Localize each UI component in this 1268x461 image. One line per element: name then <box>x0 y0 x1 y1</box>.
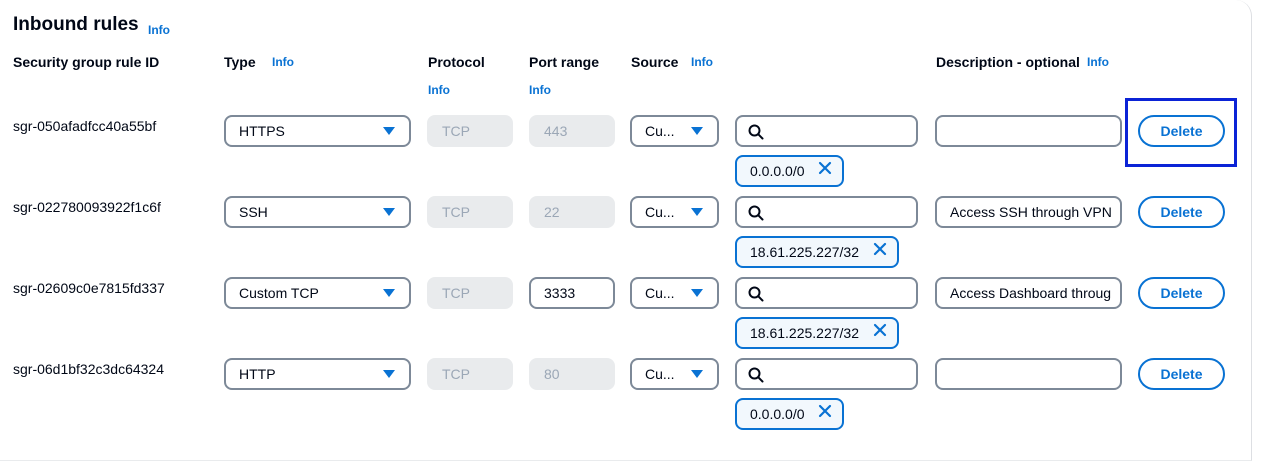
type-select-value: HTTPS <box>239 123 285 139</box>
search-icon <box>748 367 764 383</box>
type-select[interactable]: Custom TCP <box>224 277 411 309</box>
source-type-value: Cu... <box>645 366 675 382</box>
port-range-field: 443 <box>529 115 615 147</box>
type-info-link[interactable]: Info <box>272 55 294 69</box>
caret-down-icon <box>383 289 395 297</box>
source-type-value: Cu... <box>645 123 675 139</box>
protocol-field: TCP <box>427 196 513 228</box>
col-header-description: Description - optional <box>936 54 1080 70</box>
caret-down-icon <box>691 208 703 216</box>
source-token-label: 0.0.0.0/0 <box>750 163 805 179</box>
delete-button[interactable]: Delete <box>1138 277 1225 309</box>
col-header-type: Type <box>224 54 256 70</box>
col-header-port-range: Port range <box>529 54 600 70</box>
delete-button[interactable]: Delete <box>1138 358 1225 390</box>
caret-down-icon <box>691 127 703 135</box>
source-search-input[interactable] <box>735 196 918 228</box>
col-header-rule-id: Security group rule ID <box>13 54 160 70</box>
source-type-value: Cu... <box>645 204 675 220</box>
search-icon <box>748 286 764 302</box>
protocol-field: TCP <box>427 115 513 147</box>
source-type-select[interactable]: Cu... <box>630 277 719 309</box>
description-input[interactable] <box>935 115 1122 147</box>
source-type-select[interactable]: Cu... <box>630 358 719 390</box>
focus-highlight <box>1125 98 1237 167</box>
protocol-field: TCP <box>427 358 513 390</box>
source-type-value: Cu... <box>645 285 675 301</box>
remove-token-icon[interactable] <box>818 399 832 427</box>
port-range-field: 80 <box>529 358 615 390</box>
source-type-select[interactable]: Cu... <box>630 196 719 228</box>
protocol-field: TCP <box>427 277 513 309</box>
search-icon <box>748 205 764 221</box>
source-search-input[interactable] <box>735 115 918 147</box>
port-range-info-link[interactable]: Info <box>529 83 551 97</box>
rule-id: sgr-050afadfcc40a55bf <box>13 118 157 134</box>
caret-down-icon <box>383 370 395 378</box>
description-info-link[interactable]: Info <box>1087 55 1109 69</box>
description-input[interactable]: Access SSH through VPN <box>935 196 1122 228</box>
type-select[interactable]: SSH <box>224 196 411 228</box>
caret-down-icon <box>691 289 703 297</box>
source-token: 18.61.225.227/32 <box>735 317 899 349</box>
port-range-field: 22 <box>529 196 615 228</box>
remove-token-icon[interactable] <box>818 156 832 184</box>
col-header-protocol: Protocol <box>428 54 485 70</box>
source-token: 0.0.0.0/0 <box>735 398 845 430</box>
type-select-value: SSH <box>239 204 268 220</box>
type-select-value: HTTP <box>239 366 276 382</box>
source-token: 18.61.225.227/32 <box>735 236 899 268</box>
protocol-info-link[interactable]: Info <box>428 83 450 97</box>
remove-token-icon[interactable] <box>873 237 887 265</box>
search-icon <box>748 124 764 140</box>
caret-down-icon <box>691 370 703 378</box>
source-token-label: 0.0.0.0/0 <box>750 406 805 422</box>
rule-id: sgr-02609c0e7815fd337 <box>13 280 165 296</box>
description-input[interactable] <box>935 358 1122 390</box>
page-title-text: Inbound rules <box>13 14 139 35</box>
type-select[interactable]: HTTPS <box>224 115 411 147</box>
col-header-source: Source <box>631 54 679 70</box>
title-info-link[interactable]: Info <box>148 23 170 37</box>
remove-token-icon[interactable] <box>873 318 887 346</box>
description-input[interactable]: Access Dashboard throug <box>935 277 1122 309</box>
source-search-input[interactable] <box>735 358 918 390</box>
source-type-select[interactable]: Cu... <box>630 115 719 147</box>
type-select-value: Custom TCP <box>239 285 319 301</box>
caret-down-icon <box>383 208 395 216</box>
port-range-input[interactable]: 3333 <box>529 277 615 309</box>
source-info-link[interactable]: Info <box>691 55 713 69</box>
source-token-label: 18.61.225.227/32 <box>750 325 859 341</box>
source-search-input[interactable] <box>735 277 918 309</box>
type-select[interactable]: HTTP <box>224 358 411 390</box>
caret-down-icon <box>383 127 395 135</box>
delete-button[interactable]: Delete <box>1138 196 1225 228</box>
rule-id: sgr-06d1bf32c3dc64324 <box>13 361 165 377</box>
rule-id: sgr-022780093922f1c6f <box>13 199 161 215</box>
source-token-label: 18.61.225.227/32 <box>750 244 859 260</box>
source-token: 0.0.0.0/0 <box>735 155 845 187</box>
page-title: Inbound rules <box>13 14 139 36</box>
